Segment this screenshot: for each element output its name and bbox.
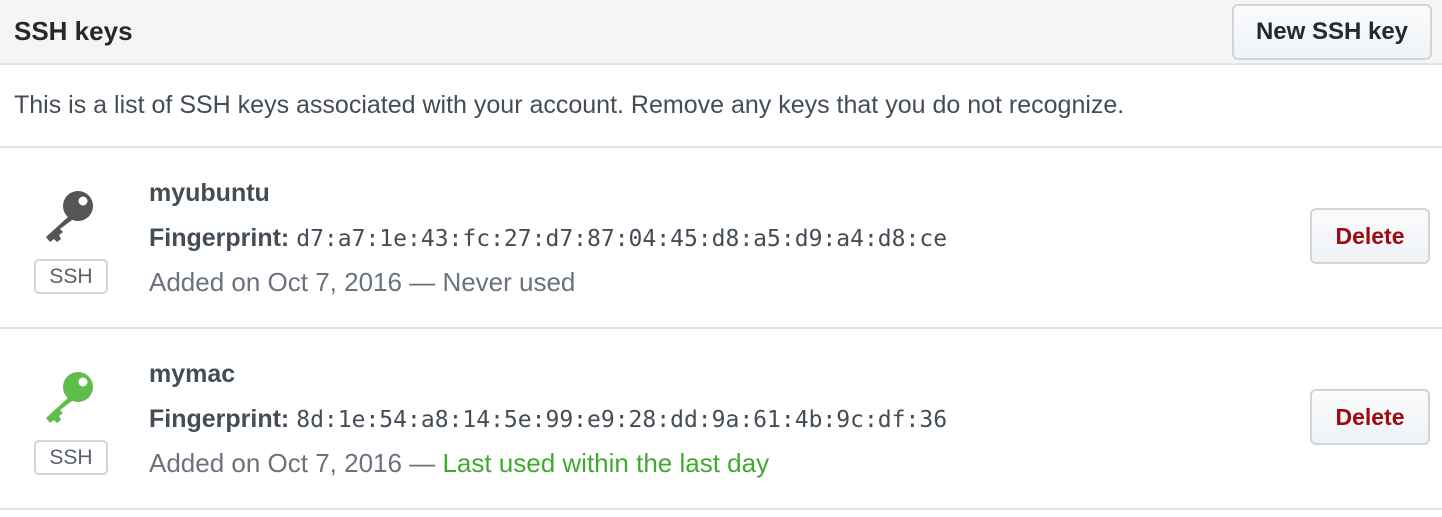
added-date: Added on Oct 7, 2016 — <box>149 448 436 478</box>
delete-button[interactable]: Delete <box>1310 208 1430 264</box>
usage-status: Never used <box>442 267 576 297</box>
fingerprint-value: 8d:1e:54:a8:14:5e:99:e9:28:dd:9a:61:4b:9… <box>296 407 948 433</box>
fingerprint-line: Fingerprint: d7:a7:1e:43:fc:27:d7:87:04:… <box>149 224 947 253</box>
added-line: Added on Oct 7, 2016 — Never used <box>149 267 575 298</box>
key-title: mymac <box>149 360 236 388</box>
ssh-key-item: SSH mymac Fingerprint: 8d:1e:54:a8:14:5e… <box>0 329 1442 510</box>
fingerprint-label: Fingerprint: <box>149 224 290 252</box>
panel-header: SSH keys New SSH key <box>0 0 1442 65</box>
added-line: Added on Oct 7, 2016 — Last used within … <box>149 448 769 479</box>
delete-button[interactable]: Delete <box>1310 389 1430 445</box>
fingerprint-value: d7:a7:1e:43:fc:27:d7:87:04:45:d8:a5:d9:a… <box>296 226 948 252</box>
ssh-keys-panel: SSH keys New SSH key This is a list of S… <box>0 0 1442 517</box>
intro-text: This is a list of SSH keys associated wi… <box>0 65 1442 148</box>
key-icon <box>46 191 93 242</box>
ssh-badge: SSH <box>34 259 108 294</box>
ssh-key-item: SSH myubuntu Fingerprint: d7:a7:1e:43:fc… <box>0 148 1442 329</box>
key-title: myubuntu <box>149 179 270 207</box>
added-date: Added on Oct 7, 2016 — <box>149 267 436 297</box>
page-title: SSH keys <box>14 16 133 46</box>
key-icon <box>46 372 93 423</box>
ssh-badge: SSH <box>34 440 108 475</box>
fingerprint-line: Fingerprint: 8d:1e:54:a8:14:5e:99:e9:28:… <box>149 405 947 434</box>
new-ssh-key-button[interactable]: New SSH key <box>1232 3 1432 60</box>
usage-status: Last used within the last day <box>442 448 770 478</box>
fingerprint-label: Fingerprint: <box>149 405 290 433</box>
